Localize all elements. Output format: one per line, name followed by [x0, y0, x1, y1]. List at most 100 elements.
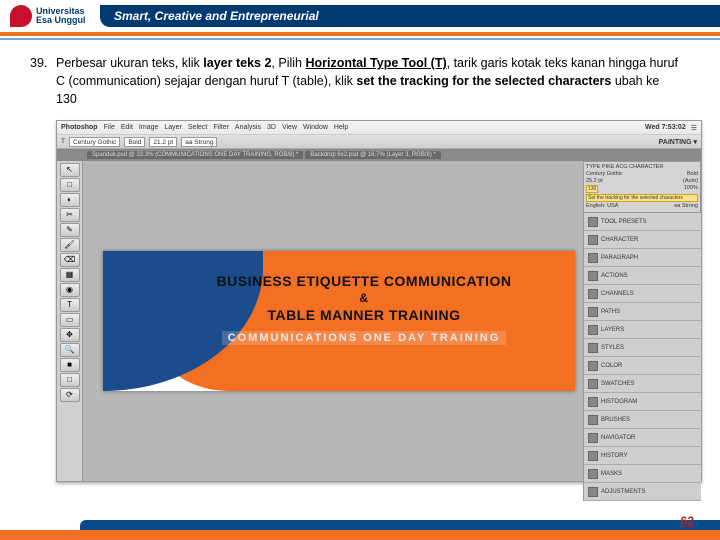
right-dock: TYPE PIKE ACG CHARACTER Century Gothic Bo…	[583, 161, 701, 481]
page-number: 62	[681, 514, 694, 528]
workspace-switcher[interactable]: PAINTING ▾	[659, 138, 697, 146]
menu-layer[interactable]: Layer	[164, 124, 182, 131]
dodge-tool[interactable]: ◉	[60, 283, 80, 297]
logo-name: Esa Unggul	[36, 16, 86, 25]
hand-tool[interactable]: ✥	[60, 328, 80, 342]
panel-icon	[588, 253, 598, 263]
menu-file[interactable]: File	[104, 124, 115, 131]
step-number: 39.	[30, 54, 47, 72]
panel-icon	[588, 235, 598, 245]
eraser-tool[interactable]: ⌫	[60, 253, 80, 267]
char-aa[interactable]: aa Strong	[674, 203, 698, 209]
tool-icon-t: T	[61, 138, 65, 145]
panel-icon	[588, 361, 598, 371]
logo-text: Universitas Esa Unggul	[36, 7, 86, 25]
options-bar: T Century Gothic Bold 21.2 pt aa Strong …	[57, 135, 701, 149]
panel-icon	[588, 397, 598, 407]
banner-text: BUSINESS ETIQUETTE COMMUNICATION & TABLE…	[173, 273, 555, 346]
logo: Universitas Esa Unggul	[0, 0, 100, 32]
logo-mark-icon	[10, 5, 32, 27]
panel-icon	[588, 415, 598, 425]
menu-help[interactable]: Help	[334, 124, 348, 131]
panel-icon	[588, 217, 598, 227]
tagline: Smart, Creative and Entrepreneurial	[100, 5, 720, 27]
panel-adjustments[interactable]: ADJUSTMENTS	[584, 483, 701, 501]
panel-styles[interactable]: STYLES	[584, 339, 701, 357]
font-style-select[interactable]: Bold	[124, 137, 145, 147]
panel-icon	[588, 469, 598, 479]
instruction-text: 39. Perbesar ukuran teks, klik layer tek…	[0, 40, 720, 116]
menu-analysis[interactable]: Analysis	[235, 124, 261, 131]
char-font[interactable]: Century Gothic	[586, 171, 623, 177]
panel-icon	[588, 325, 598, 335]
fg-color[interactable]: ■	[60, 358, 80, 372]
panel-color[interactable]: COLOR	[584, 357, 701, 375]
menubar-right: Wed 7:53:02 ☰	[645, 124, 697, 132]
panel-channels[interactable]: CHANNELS	[584, 285, 701, 303]
panel-tool-presets[interactable]: TOOL PRESETS	[584, 213, 701, 231]
type-tool[interactable]: T	[60, 298, 80, 312]
footer-orange	[0, 530, 720, 540]
bg-color[interactable]: □	[60, 373, 80, 387]
menu-select[interactable]: Select	[188, 124, 207, 131]
font-family-select[interactable]: Century Gothic	[69, 137, 120, 147]
eyedropper-tool[interactable]: ✎	[60, 223, 80, 237]
panel-swatches[interactable]: SWATCHES	[584, 375, 701, 393]
panel-paragraph[interactable]: PARAGRAPH	[584, 249, 701, 267]
char-lang[interactable]: English: USA	[586, 203, 618, 209]
menu-image[interactable]: Image	[139, 124, 158, 131]
font-size-select[interactable]: 21.2 pt	[149, 137, 177, 147]
tracking-field[interactable]: 130	[586, 185, 598, 193]
panel-history[interactable]: HISTORY	[584, 447, 701, 465]
panel-navigator[interactable]: NAVIGATOR	[584, 429, 701, 447]
quickmask-tool[interactable]: ⟳	[60, 388, 80, 402]
panel-character[interactable]: CHARACTER	[584, 231, 701, 249]
banner-line1: BUSINESS ETIQUETTE COMMUNICATION	[173, 273, 555, 289]
panel-icon	[588, 451, 598, 461]
panel-histogram[interactable]: HISTOGRAM	[584, 393, 701, 411]
banner-line2: TABLE MANNER TRAINING	[173, 307, 555, 323]
aa-select[interactable]: aa Strong	[181, 137, 217, 147]
crop-tool[interactable]: ✂	[60, 208, 80, 222]
menu-app[interactable]: Photoshop	[61, 124, 98, 131]
tracking-tooltip: Set the tracking for the selected charac…	[586, 194, 698, 202]
marquee-tool[interactable]: □	[60, 178, 80, 192]
panel-masks[interactable]: MASKS	[584, 465, 701, 483]
char-vscale[interactable]: 100%	[684, 185, 698, 193]
menu-3d[interactable]: 3D	[267, 124, 276, 131]
tab-backdrop[interactable]: Backdrop 6x2.psd @ 16.7% (Layer 3, RGB/8…	[305, 151, 440, 159]
panel-paths[interactable]: PATHS	[584, 303, 701, 321]
banner-artwork: BUSINESS ETIQUETTE COMMUNICATION & TABLE…	[103, 251, 575, 391]
char-leading[interactable]: (Auto)	[683, 178, 698, 184]
shape-tool[interactable]: ▭	[60, 313, 80, 327]
brush-tool[interactable]: 🖌	[60, 238, 80, 252]
slide-header: Universitas Esa Unggul Smart, Creative a…	[0, 0, 720, 32]
divider-orange	[0, 32, 720, 36]
lasso-tool[interactable]: ◐	[60, 193, 80, 207]
menu-edit[interactable]: Edit	[121, 124, 133, 131]
panel-actions[interactable]: ACTIONS	[584, 267, 701, 285]
clock: Wed 7:53:02	[645, 124, 686, 132]
panel-brushes[interactable]: BRUSHES	[584, 411, 701, 429]
spotlight-icon[interactable]: ☰	[691, 124, 697, 132]
panel-icon	[588, 307, 598, 317]
char-panel-tabs[interactable]: TYPE PIKE ACG CHARACTER	[586, 164, 663, 170]
menu-window[interactable]: Window	[303, 124, 328, 131]
menu-view[interactable]: View	[282, 124, 297, 131]
mac-menubar: Photoshop File Edit Image Layer Select F…	[57, 121, 701, 135]
zoom-tool[interactable]: 🔍	[60, 343, 80, 357]
workspace: ↖ □ ◐ ✂ ✎ 🖌 ⌫ ▦ ◉ T ▭ ✥ 🔍 ■ □ ⟳ BUSINESS…	[57, 161, 701, 481]
footer-blue	[80, 520, 720, 530]
panel-icon	[588, 433, 598, 443]
char-weight[interactable]: Bold	[687, 171, 698, 177]
move-tool[interactable]: ↖	[60, 163, 80, 177]
panel-icon	[588, 343, 598, 353]
gradient-tool[interactable]: ▦	[60, 268, 80, 282]
photoshop-screenshot: Photoshop File Edit Image Layer Select F…	[56, 120, 702, 482]
char-size[interactable]: 25.2 pt	[586, 178, 603, 184]
tab-spanduk[interactable]: Spanduk.psd @ 33.3% (COMMUNICATIONS ONE …	[87, 151, 303, 159]
menu-filter[interactable]: Filter	[213, 124, 229, 131]
canvas[interactable]: BUSINESS ETIQUETTE COMMUNICATION & TABLE…	[83, 161, 583, 481]
panel-layers[interactable]: LAYERS	[584, 321, 701, 339]
character-panel[interactable]: TYPE PIKE ACG CHARACTER Century Gothic Bo…	[583, 161, 701, 213]
